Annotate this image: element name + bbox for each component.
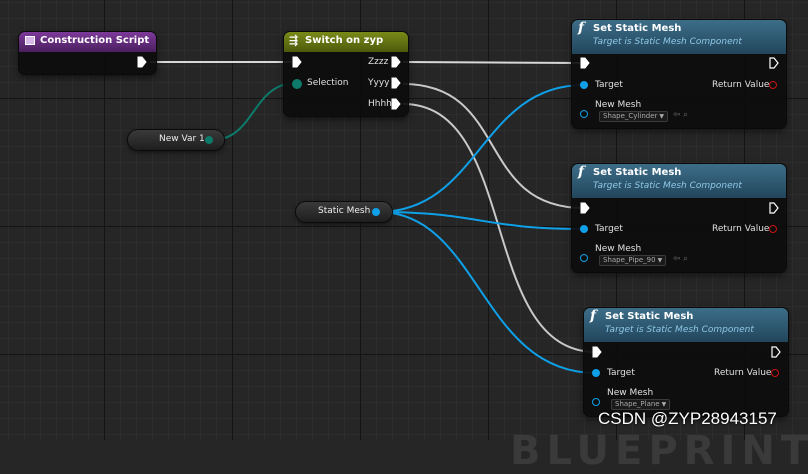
mesh1-exec-out-pin[interactable]: [769, 57, 779, 69]
mesh1-return-label: Return Value: [712, 80, 770, 90]
switch-exec-in-pin[interactable]: [292, 56, 302, 68]
set-static-mesh-subtitle-2: Target is Static Mesh Component: [593, 181, 742, 191]
object-wire-to-mesh3-target[interactable]: [377, 211, 597, 374]
function-icon: f: [578, 20, 585, 36]
mesh3-target-label: Target: [607, 368, 635, 378]
new-var-node[interactable]: New Var 1: [128, 130, 224, 150]
hhhh-exec-pin[interactable]: [391, 98, 401, 110]
set-static-mesh-node-1[interactable]: f Set Static Mesh Target is Static Mesh …: [572, 20, 786, 128]
set-static-mesh-subtitle-1: Target is Static Mesh Component: [593, 37, 742, 47]
new-var-output-pin[interactable]: [205, 136, 213, 144]
mesh1-exec-in-pin[interactable]: [580, 57, 590, 69]
mesh3-exec-in-pin[interactable]: [592, 346, 602, 358]
mesh2-exec-in-pin[interactable]: [580, 202, 590, 214]
set-static-mesh-node-2[interactable]: f Set Static Mesh Target is Static Mesh …: [572, 164, 786, 272]
mesh2-mesh-value: Shape_Pipe_90: [603, 256, 656, 264]
mesh3-mesh-value: Shape_Plane: [615, 400, 660, 408]
set-static-mesh-title-3: Set Static Mesh: [605, 311, 694, 322]
mesh3-new-mesh-pin[interactable]: [592, 398, 600, 406]
zzzz-exec-pin[interactable]: [391, 56, 401, 68]
chevron-down-icon: ▼: [659, 113, 665, 120]
mesh1-target-pin[interactable]: [580, 81, 588, 89]
switch-node[interactable]: ⇶ Switch on zyp Selection Zzzz Yyyy Hhhh: [284, 32, 408, 116]
search-icon[interactable]: ⌕: [683, 254, 688, 264]
exec-wire-zzzz-to-mesh1[interactable]: [402, 61, 585, 64]
mesh3-target-pin[interactable]: [592, 369, 600, 377]
mesh2-return-pin[interactable]: [769, 225, 777, 233]
exec-wire-yyyy-to-mesh2[interactable]: [402, 83, 585, 209]
switch-output-yyyy: Yyyy: [368, 78, 390, 88]
static-mesh-output-pin[interactable]: [372, 208, 380, 216]
set-static-mesh-header-1: f Set Static Mesh Target is Static Mesh …: [572, 20, 786, 54]
search-icon[interactable]: ⌕: [683, 110, 688, 120]
construction-script-header: Construction Script: [19, 32, 156, 52]
construction-script-icon: [25, 36, 35, 45]
set-static-mesh-node-3[interactable]: f Set Static Mesh Target is Static Mesh …: [584, 308, 788, 416]
selection-label: Selection: [307, 78, 349, 88]
mesh2-target-pin[interactable]: [580, 225, 588, 233]
mesh3-new-mesh-label: New Mesh: [607, 388, 654, 398]
exec-out-pin[interactable]: [137, 56, 147, 68]
mesh2-mesh-select[interactable]: Shape_Pipe_90 ▼: [599, 255, 667, 266]
mesh1-mesh-value: Shape_Cylinder: [603, 112, 658, 120]
selection-pin[interactable]: [292, 79, 302, 89]
mesh2-new-mesh-pin[interactable]: [580, 254, 588, 262]
mesh1-new-mesh-label: New Mesh: [595, 100, 642, 110]
switch-output-hhhh: Hhhh: [368, 99, 392, 109]
mesh2-target-label: Target: [595, 224, 623, 234]
function-icon: f: [578, 164, 585, 180]
mesh2-new-mesh-label: New Mesh: [595, 244, 642, 254]
blueprint-background-text: BLUEPRINT: [510, 428, 808, 474]
switch-title: Switch on zyp: [305, 35, 384, 46]
set-static-mesh-header-3: f Set Static Mesh Target is Static Mesh …: [584, 308, 788, 342]
set-static-mesh-title-2: Set Static Mesh: [593, 167, 682, 178]
mesh1-target-label: Target: [595, 80, 623, 90]
chevron-down-icon: ▼: [657, 257, 663, 264]
chevron-down-icon: ▼: [661, 401, 667, 408]
watermark: CSDN @ZYP28943157: [598, 409, 777, 428]
construction-script-node[interactable]: Construction Script: [19, 32, 156, 74]
mesh1-mesh-select[interactable]: Shape_Cylinder ▼: [599, 111, 669, 122]
set-static-mesh-header-2: f Set Static Mesh Target is Static Mesh …: [572, 164, 786, 198]
switch-output-zzzz: Zzzz: [368, 57, 389, 67]
mesh2-exec-out-pin[interactable]: [769, 202, 779, 214]
mesh3-return-label: Return Value: [714, 368, 772, 378]
switch-header: ⇶ Switch on zyp: [284, 32, 408, 52]
new-var-label: New Var 1: [159, 134, 205, 144]
construction-script-title: Construction Script: [40, 35, 150, 46]
static-mesh-label: Static Mesh: [318, 206, 371, 216]
set-static-mesh-title-1: Set Static Mesh: [593, 23, 682, 34]
object-wire-to-mesh2-target[interactable]: [377, 211, 585, 230]
mesh1-return-pin[interactable]: [769, 81, 777, 89]
switch-icon: ⇶: [289, 34, 299, 47]
set-static-mesh-subtitle-3: Target is Static Mesh Component: [605, 325, 754, 335]
mesh2-return-label: Return Value: [712, 224, 770, 234]
yyyy-exec-pin[interactable]: [391, 77, 401, 89]
arrow-left-icon[interactable]: ⇦: [673, 110, 681, 120]
mesh1-new-mesh-pin[interactable]: [580, 110, 588, 118]
mesh3-exec-out-pin[interactable]: [771, 346, 781, 358]
static-mesh-var-node[interactable]: Static Mesh: [296, 202, 392, 222]
arrow-left-icon[interactable]: ⇦: [673, 254, 681, 264]
mesh3-return-pin[interactable]: [771, 369, 779, 377]
function-icon: f: [590, 308, 597, 324]
